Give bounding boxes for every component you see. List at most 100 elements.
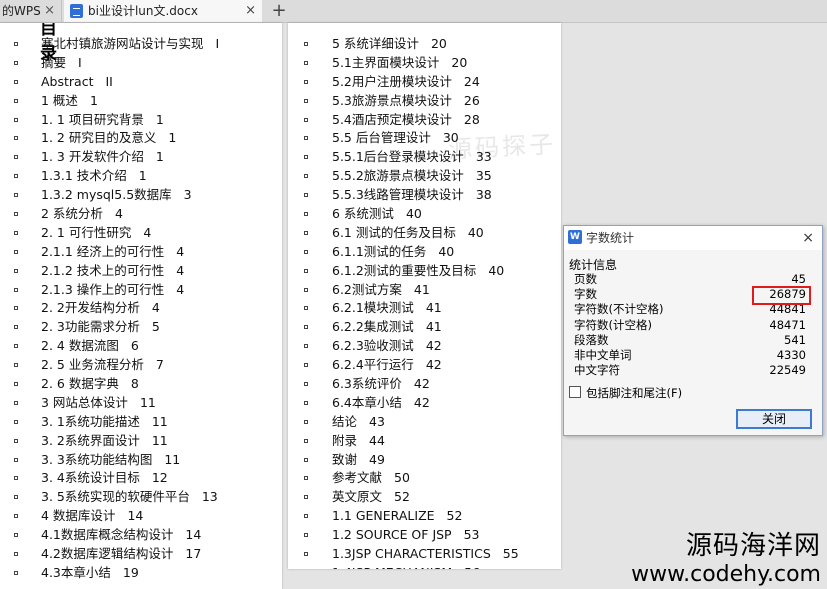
toc-entry[interactable]: 5.5.3线路管理模块设计 38 xyxy=(288,186,519,205)
bullet-icon xyxy=(14,344,18,349)
watermark: 源码探子 xyxy=(447,130,557,164)
toc-entry-page: I xyxy=(78,54,82,70)
toc-entry[interactable]: 致谢 49 xyxy=(288,451,519,470)
tab-wps-home[interactable]: 的WPS × xyxy=(0,0,62,22)
toc-entry-title: 2. 1 可行性研究 xyxy=(41,224,132,240)
toc-entry[interactable]: 1.3.1 技术介绍 1 xyxy=(0,167,219,186)
toc-entry[interactable]: 2. 5 业务流程分析 7 xyxy=(0,356,219,375)
toc-entry[interactable]: 3. 4系统设计目标 12 xyxy=(0,469,219,488)
toc-entry[interactable]: 2 系统分析 4 xyxy=(0,205,219,224)
toc-entry[interactable]: 1.1 GENERALIZE 52 xyxy=(288,507,519,526)
toc-entry[interactable]: 4 数据库设计 14 xyxy=(0,507,219,526)
toc-entry[interactable]: 1.3JSP CHARACTERISTICS 55 xyxy=(288,545,519,564)
toc-entry[interactable]: 3. 5系统实现的软硬件平台 13 xyxy=(0,488,219,507)
toc-entry[interactable]: 6.2.1模块测试 41 xyxy=(288,299,519,318)
toc-entry[interactable]: 5.5.2旅游景点模块设计 35 xyxy=(288,167,519,186)
toc-entry[interactable]: 6.1.1测试的任务 40 xyxy=(288,243,519,262)
bullet-icon xyxy=(14,306,18,311)
toc-entry[interactable]: 附录 44 xyxy=(288,432,519,451)
toc-entry[interactable]: 5.3旅游景点模块设计 26 xyxy=(288,92,519,111)
toc-entry[interactable]: 4.2数据库逻辑结构设计 17 xyxy=(0,545,219,564)
toc-entry[interactable]: 6.2.3验收测试 42 xyxy=(288,337,519,356)
toc-entry[interactable]: 英文原文 52 xyxy=(288,488,519,507)
toc-entry[interactable]: Abstract II xyxy=(0,73,219,92)
stat-row: 中文字符 22549 xyxy=(574,363,806,378)
bullet-icon xyxy=(14,212,18,217)
toc-entry[interactable]: 1.2 SOURCE OF JSP 53 xyxy=(288,526,519,545)
toc-entry[interactable]: 2. 3功能需求分析 5 xyxy=(0,318,219,337)
toc-entry[interactable]: 3. 2系统界面设计 11 xyxy=(0,432,219,451)
toc-entry[interactable]: 2.1.1 经济上的可行性 4 xyxy=(0,243,219,262)
toc-entry-page: 38 xyxy=(475,187,492,203)
toc-entry[interactable]: 1. 1 项目研究背景 1 xyxy=(0,111,219,130)
toc-entry[interactable]: 2.1.2 技术上的可行性 4 xyxy=(0,262,219,281)
toc-entry[interactable]: 3. 3系统功能结构图 11 xyxy=(0,451,219,470)
toc-entry[interactable]: 2. 2开发结构分析 4 xyxy=(0,299,219,318)
toc-entry-page: 43 xyxy=(369,413,385,429)
toc-entry-title: 1. 1 项目研究背景 xyxy=(41,111,144,127)
toc-entry-page: 4 xyxy=(143,224,152,240)
toc-entry[interactable]: 摘要 I xyxy=(0,54,219,73)
toc-entry[interactable]: 1 概述 1 xyxy=(0,92,219,111)
toc-entry-title: 参考文献 xyxy=(332,470,383,486)
toc-entry[interactable]: 6.2.4平行运行 42 xyxy=(288,356,519,375)
toc-entry[interactable]: 6.3系统评价 42 xyxy=(288,375,519,394)
bullet-icon xyxy=(304,136,308,141)
close-button[interactable]: 关闭 xyxy=(736,409,812,429)
toc-entry[interactable]: 5.1主界面模块设计 20 xyxy=(288,54,519,73)
toc-entry[interactable]: 1. 2 研究目的及意义 1 xyxy=(0,129,219,148)
bullet-icon xyxy=(304,230,308,235)
toc-entry[interactable]: 4.3本章小结 19 xyxy=(0,564,219,583)
toc-entry[interactable]: 6.1.2测试的重要性及目标 40 xyxy=(288,262,519,281)
toc-entry-page: 41 xyxy=(425,319,442,335)
include-footnotes-option[interactable]: 包括脚注和尾注(F) xyxy=(569,386,682,400)
toc-entry[interactable]: 6.4本章小结 42 xyxy=(288,394,519,413)
toc-entry[interactable]: 3 网站总体设计 11 xyxy=(0,394,219,413)
tab-label: 的WPS xyxy=(2,4,41,18)
toc-entry[interactable]: 2. 4 数据流图 6 xyxy=(0,337,219,356)
stat-label: 字符数(计空格) xyxy=(574,317,652,332)
include-footnotes-checkbox[interactable] xyxy=(569,386,581,398)
toc-entry[interactable]: 3. 1系统功能描述 11 xyxy=(0,413,219,432)
toc-entry[interactable]: 6.2.2集成测试 41 xyxy=(288,318,519,337)
tab-close-icon[interactable]: × xyxy=(245,0,256,22)
toc-entry[interactable]: 1.4JSP MECHANISM 56 xyxy=(288,564,519,569)
toc-entry[interactable]: 2. 1 可行性研究 4 xyxy=(0,224,219,243)
document-page-left[interactable]: 目录 塞北村镇旅游网站设计与实现 I 摘要 I Abstract II 1 概述 1 1. 1 … xyxy=(0,23,282,589)
new-tab-button[interactable]: + xyxy=(268,0,290,22)
dialog-titlebar[interactable]: W 字数统计 × xyxy=(564,226,822,250)
toc-entry-title: 1. 3 开发软件介绍 xyxy=(41,149,144,165)
close-icon[interactable]: × xyxy=(802,226,814,250)
toc-entry-page: 4 xyxy=(114,206,123,222)
toc-entry[interactable]: 5 系统详细设计 20 xyxy=(288,35,519,54)
document-page-right[interactable]: 5 系统详细设计 20 5.1主界面模块设计 20 5.2用户注册模块设计 24 5.3旅游… xyxy=(288,23,561,569)
toc-entry[interactable]: 6.1 测试的任务及目标 40 xyxy=(288,224,519,243)
toc-entry[interactable]: 6.2测试方案 41 xyxy=(288,281,519,300)
toc-list-right: 5 系统详细设计 20 5.1主界面模块设计 20 5.2用户注册模块设计 24 5.3旅游… xyxy=(288,35,519,569)
toc-entry-title: 1.3.1 技术介绍 xyxy=(41,168,127,184)
bullet-icon xyxy=(304,249,308,254)
bullet-icon xyxy=(304,193,308,198)
toc-entry[interactable]: 结论 43 xyxy=(288,413,519,432)
toc-entry-page: 24 xyxy=(463,73,480,89)
stat-row: 非中文单词 4330 xyxy=(574,348,806,363)
toc-entry-page: 4 xyxy=(176,262,185,278)
toc-entry[interactable]: 参考文献 50 xyxy=(288,469,519,488)
toc-entry[interactable]: 4.1数据库概念结构设计 14 xyxy=(0,526,219,545)
toc-entry-page: 11 xyxy=(139,394,156,410)
stat-label: 非中文单词 xyxy=(574,347,632,362)
toc-entry[interactable]: 1.3.2 mysql5.5数据库 3 xyxy=(0,186,219,205)
toc-entry-title: 2.1.2 技术上的可行性 xyxy=(41,262,165,278)
toc-entry-title: 5.3旅游景点模块设计 xyxy=(332,92,452,108)
toc-entry-page: 17 xyxy=(185,546,202,562)
toc-entry[interactable]: 2. 6 数据字典 8 xyxy=(0,375,219,394)
toc-entry[interactable]: 5.2用户注册模块设计 24 xyxy=(288,73,519,92)
tab-close-icon[interactable]: × xyxy=(44,0,55,22)
toc-entry[interactable]: 2.1.3 操作上的可行性 4 xyxy=(0,281,219,300)
tab-document[interactable]: bi业设计lun文.docx × xyxy=(64,0,262,22)
toc-entry[interactable]: 1. 3 开发软件介绍 1 xyxy=(0,148,219,167)
toc-entry-page: 13 xyxy=(201,489,218,505)
toc-entry[interactable]: 5.4酒店预定模块设计 28 xyxy=(288,111,519,130)
toc-entry[interactable]: 6 系统测试 40 xyxy=(288,205,519,224)
toc-entry[interactable]: 塞北村镇旅游网站设计与实现 I xyxy=(0,35,219,54)
